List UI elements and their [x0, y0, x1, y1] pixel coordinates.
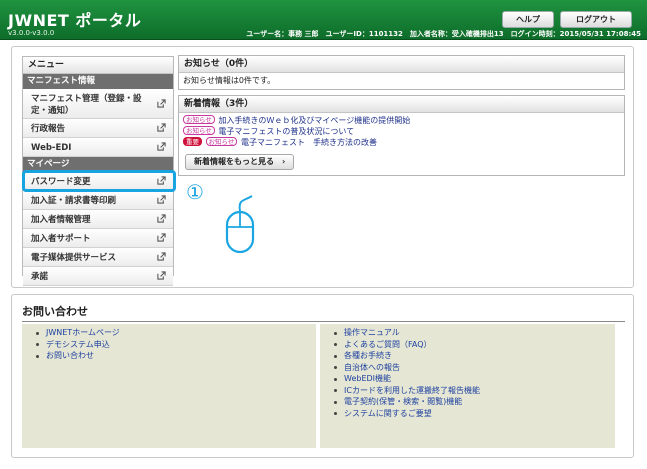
external-link-icon [157, 214, 166, 223]
notice-title: お知らせ（0件） [179, 56, 624, 73]
external-link-icon [157, 233, 166, 242]
contact-link[interactable]: 電子契約(保管・検索・閲覧)機能 [320, 396, 615, 408]
contact-link[interactable]: 操作マニュアル [320, 327, 615, 339]
contact-link[interactable]: 各種お手続き [320, 350, 615, 362]
menu-item-web-edi[interactable]: Web-EDI [23, 138, 173, 157]
contact-link[interactable]: システムに関するご要望 [320, 408, 615, 420]
menu-item-label: 加入者情報管理 [31, 215, 91, 225]
external-link-icon [157, 195, 166, 204]
contact-links-right: 操作マニュアル よくあるご質問（FAQ） 各種お手続き 自治体への報告 WebE… [320, 324, 615, 448]
menu-item-member-support[interactable]: 加入者サポート [23, 229, 173, 248]
mouse-icon [225, 195, 255, 254]
user-info: ユーザー名：事務 三郎 ユーザーID：1101132 加入者名称：受入確機排出1… [246, 30, 641, 38]
news-item[interactable]: 重要 お知らせ 電子マニフェスト 手続き方法の改善 [179, 137, 624, 148]
menu-item-label: 行政報告 [31, 124, 66, 134]
external-link-icon [157, 123, 166, 132]
notice-body: お知らせ情報は0件です。 [183, 76, 276, 85]
logout-button[interactable]: ログアウト [560, 11, 632, 28]
sidebar-menu: メニュー マニフェスト情報 マニフェスト管理（登録・設定・通知） 行政報告 We… [22, 56, 174, 286]
news-link[interactable]: 電子マニフェストの普及状況について [218, 127, 354, 136]
menu-section-manifest: マニフェスト情報 [23, 74, 173, 89]
notice-tag: お知らせ [183, 115, 215, 124]
contact-link[interactable]: ICカードを利用した運搬終了報告機能 [320, 385, 615, 397]
more-news-button[interactable]: 新着情報をもっと見る › [185, 154, 295, 170]
step-number: ① [186, 180, 204, 204]
contact-title: お問い合わせ [22, 305, 88, 318]
external-link-icon [157, 271, 166, 280]
menu-item-manifest-management[interactable]: マニフェスト管理（登録・設定・通知） [23, 89, 173, 119]
menu-item-label: Web-EDI [31, 143, 72, 153]
external-link-icon [157, 98, 166, 108]
news-item[interactable]: お知らせ 電子マニフェストの普及状況について [179, 126, 624, 137]
important-tag: 重要 [183, 137, 202, 146]
menu-item-consent[interactable]: 承諾 [23, 267, 173, 286]
news-title: 新着情報（3件） [179, 96, 624, 113]
contact-links-left: JWNETホームページ デモシステム申込 お問い合わせ [22, 324, 316, 448]
news-item[interactable]: お知らせ 加入手続きのＷｅｂ化及びマイページ機能の提供開始 [179, 115, 624, 126]
news-link[interactable]: 電子マニフェスト 手続き方法の改善 [241, 138, 377, 147]
contact-link[interactable]: WebEDI機能 [320, 373, 615, 385]
news-link[interactable]: 加入手続きのＷｅｂ化及びマイページ機能の提供開始 [218, 116, 410, 125]
app-version: v3.0.0-v3.0.0 [8, 29, 55, 37]
menu-item-admin-report[interactable]: 行政報告 [23, 119, 173, 138]
contact-link[interactable]: お問い合わせ [22, 350, 316, 362]
password-change-highlight [22, 170, 176, 192]
menu-item-print-certificates[interactable]: 加入証・請求書等印刷 [23, 191, 173, 210]
menu-item-label: 加入証・請求書等印刷 [31, 196, 117, 206]
news-box: 新着情報（3件） お知らせ 加入手続きのＷｅｂ化及びマイページ機能の提供開始 お… [178, 95, 625, 176]
contact-link[interactable]: 自治体への報告 [320, 362, 615, 374]
app-header: JWNET ポータル v3.0.0-v3.0.0 ヘルプ ログアウト ユーザー名… [0, 0, 647, 40]
contact-link[interactable]: デモシステム申込 [22, 339, 316, 351]
menu-item-label: 電子媒体提供サービス [31, 253, 117, 263]
external-link-icon [157, 252, 166, 261]
contact-link[interactable]: よくあるご質問（FAQ） [320, 339, 615, 351]
contact-link[interactable]: JWNETホームページ [22, 327, 316, 339]
menu-item-label: 承諾 [31, 272, 49, 282]
app-title: JWNET ポータル [8, 11, 142, 30]
notice-tag: お知らせ [205, 137, 238, 146]
help-button[interactable]: ヘルプ [502, 11, 554, 28]
contact-divider [22, 321, 625, 322]
menu-item-label: 加入者サポート [31, 234, 91, 244]
notice-tag: お知らせ [183, 126, 215, 135]
menu-title: メニュー [23, 57, 173, 74]
menu-item-electronic-media[interactable]: 電子媒体提供サービス [23, 248, 173, 267]
menu-item-member-info[interactable]: 加入者情報管理 [23, 210, 173, 229]
external-link-icon [157, 142, 166, 151]
menu-item-label: マニフェスト管理（登録・設定・通知） [31, 94, 142, 116]
notice-box: お知らせ（0件） お知らせ情報は0件です。 [178, 55, 625, 90]
